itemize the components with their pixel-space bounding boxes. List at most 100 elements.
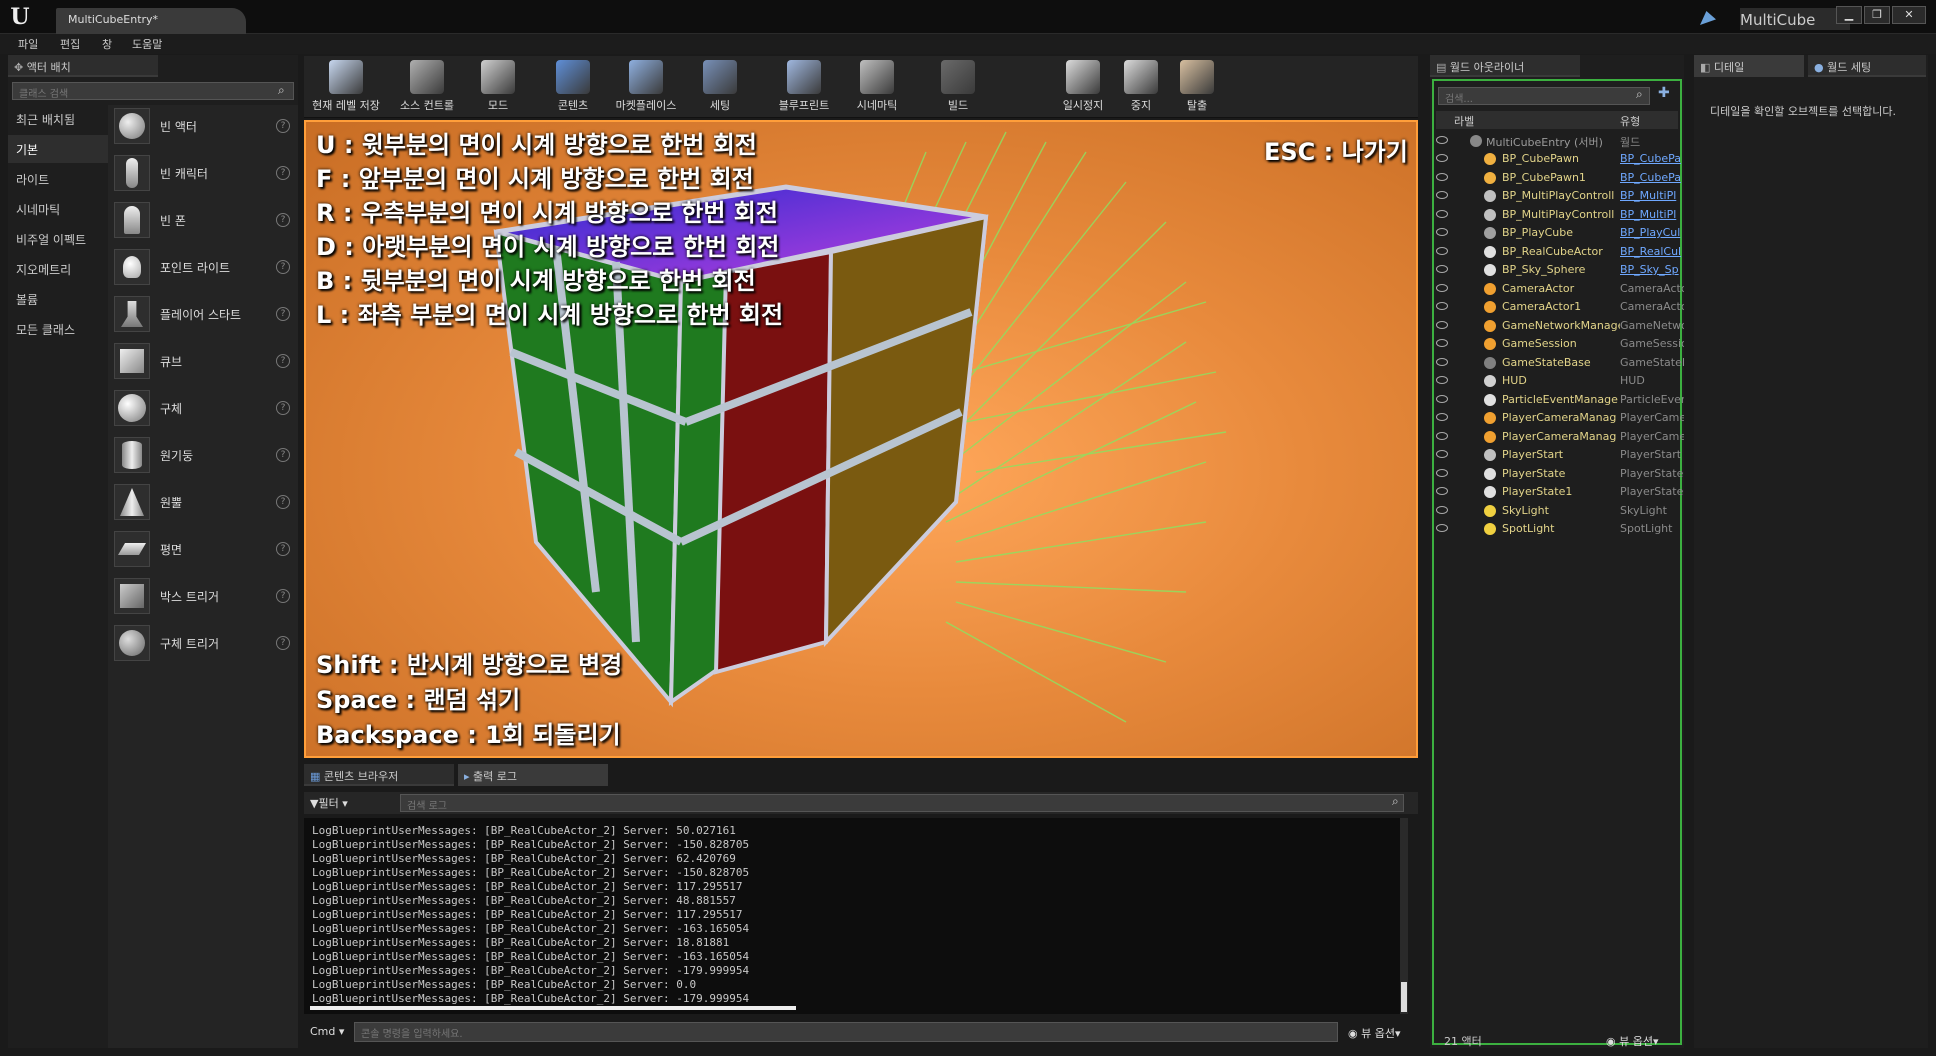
horizontal-scrollbar[interactable] xyxy=(310,1006,796,1010)
visibility-eye-icon[interactable] xyxy=(1436,339,1448,347)
visibility-eye-icon[interactable] xyxy=(1436,246,1448,255)
class-search-input[interactable]: 클래스 검색 xyxy=(12,82,294,100)
menu-window[interactable]: 창 xyxy=(102,36,112,52)
outliner-row[interactable]: BP_CubePawn BP_CubePa xyxy=(1430,150,1684,168)
help-icon[interactable]: ? xyxy=(276,260,290,274)
view-options-button[interactable]: ◉ 뷰 옵션▾ xyxy=(1348,1025,1401,1041)
visibility-eye-icon[interactable] xyxy=(1436,136,1448,144)
visibility-eye-icon[interactable] xyxy=(1436,413,1448,421)
tab-details[interactable]: ◧ 디테일 xyxy=(1694,55,1804,77)
toolbar-button-eject[interactable]: 탈출 xyxy=(1172,60,1222,116)
outliner-view-options-button[interactable]: ◉ 뷰 옵션▾ xyxy=(1606,1033,1659,1049)
outliner-row[interactable]: GameSession GameSessio xyxy=(1430,335,1684,353)
toolbar-button-settings[interactable]: 세팅 xyxy=(688,60,752,116)
toolbar-button-marketplace[interactable]: 마켓플레이스 xyxy=(608,60,684,116)
visibility-eye-icon[interactable] xyxy=(1436,357,1448,366)
visibility-eye-icon[interactable] xyxy=(1436,505,1448,514)
add-filter-icon[interactable]: ✚ xyxy=(1658,85,1670,101)
visibility-eye-icon[interactable] xyxy=(1436,228,1448,236)
visibility-eye-icon[interactable] xyxy=(1436,302,1448,310)
minimize-button[interactable]: ▁ xyxy=(1836,6,1862,24)
toolbar-button-save[interactable]: 현재 레벨 저장 xyxy=(308,60,384,116)
log-search-input[interactable]: 검색 로그 xyxy=(400,794,1404,812)
category-cinematic[interactable]: 시네마틱 xyxy=(8,195,108,223)
actor-player-start[interactable]: 플레이어 스타트? xyxy=(108,293,298,340)
visibility-eye-icon[interactable] xyxy=(1436,468,1448,477)
outliner-row[interactable]: BP_MultiPlayControll BP_MultiPl xyxy=(1430,187,1684,205)
row-type[interactable]: BP_CubePa xyxy=(1620,152,1684,165)
category-lights[interactable]: 라이트 xyxy=(8,165,108,193)
category-visual-effects[interactable]: 비주얼 이펙트 xyxy=(8,225,108,253)
help-icon[interactable]: ? xyxy=(276,448,290,462)
unreal-logo-icon[interactable]: U xyxy=(6,4,34,30)
actor-plane[interactable]: 평면? xyxy=(108,528,298,575)
console-input[interactable]: 콘솔 명령을 입력하세요. xyxy=(354,1022,1338,1042)
help-icon[interactable]: ? xyxy=(276,401,290,415)
maximize-button[interactable]: ❐ xyxy=(1864,6,1890,24)
outliner-root-world[interactable]: MultiCubeEntry (서버) 월드 xyxy=(1430,132,1684,150)
category-geometry[interactable]: 지오메트리 xyxy=(8,255,108,283)
category-basic[interactable]: 기본 xyxy=(8,135,108,163)
tab-output-log[interactable]: ▸ 출력 로그 xyxy=(458,764,608,786)
outliner-row[interactable]: CameraActor CameraActo xyxy=(1430,280,1684,298)
visibility-eye-icon[interactable] xyxy=(1436,524,1448,532)
outliner-row[interactable]: BP_Sky_Sphere BP_Sky_Sp xyxy=(1430,261,1684,279)
outliner-row[interactable]: PlayerState1 PlayerState xyxy=(1430,483,1684,501)
output-log[interactable]: LogBlueprintUserMessages: [BP_RealCubeAc… xyxy=(304,818,1408,1014)
visibility-eye-icon[interactable] xyxy=(1436,154,1448,162)
column-label[interactable]: 라벨 xyxy=(1454,113,1474,129)
actor-sphere[interactable]: 구체? xyxy=(108,387,298,434)
outliner-row[interactable]: GameNetworkManage GameNetwo xyxy=(1430,317,1684,335)
actor-empty-character[interactable]: 빈 캐릭터? xyxy=(108,152,298,199)
row-type[interactable]: BP_Sky_Sp xyxy=(1620,263,1684,276)
actor-empty-actor[interactable]: 빈 액터? xyxy=(108,105,298,152)
outliner-row[interactable]: ParticleEventManage ParticleEven xyxy=(1430,391,1684,409)
menu-edit[interactable]: 편집 xyxy=(60,36,80,52)
help-icon[interactable]: ? xyxy=(276,589,290,603)
help-icon[interactable]: ? xyxy=(276,119,290,133)
document-tab[interactable]: MultiCubeEntry* xyxy=(56,8,246,34)
help-icon[interactable]: ? xyxy=(276,542,290,556)
visibility-eye-icon[interactable] xyxy=(1436,487,1448,495)
outliner-row[interactable]: BP_PlayCube BP_PlayCul xyxy=(1430,224,1684,242)
toolbar-button-stop[interactable]: 중지 xyxy=(1116,60,1166,116)
row-type[interactable]: BP_RealCul xyxy=(1620,245,1684,258)
visibility-eye-icon[interactable] xyxy=(1436,265,1448,273)
toolbar-button-blueprint[interactable]: 블루프린트 xyxy=(768,60,840,116)
row-type[interactable]: BP_CubePa xyxy=(1620,171,1684,184)
visibility-eye-icon[interactable] xyxy=(1436,450,1448,458)
visibility-eye-icon[interactable] xyxy=(1436,431,1448,440)
outliner-row[interactable]: PlayerState PlayerState xyxy=(1430,465,1684,483)
column-type[interactable]: 유형 xyxy=(1620,113,1640,129)
actor-empty-pawn[interactable]: 빈 폰? xyxy=(108,199,298,246)
actor-cone[interactable]: 원뿔? xyxy=(108,481,298,528)
toolbar-button-modes[interactable]: 모드 xyxy=(468,60,528,116)
visibility-eye-icon[interactable] xyxy=(1436,172,1448,181)
toolbar-button-build[interactable]: 빌드 xyxy=(928,60,988,116)
close-button[interactable]: ✕ xyxy=(1892,6,1926,24)
visibility-eye-icon[interactable] xyxy=(1436,320,1448,329)
outliner-search-input[interactable]: 검색... xyxy=(1438,87,1650,105)
tab-world-settings[interactable]: ● 월드 세팅 xyxy=(1808,55,1926,77)
actor-box-trigger[interactable]: 박스 트리거? xyxy=(108,575,298,622)
row-type[interactable]: BP_MultiPl xyxy=(1620,208,1684,221)
outliner-row[interactable]: GameStateBase GameStateB xyxy=(1430,354,1684,372)
outliner-row[interactable]: SpotLight SpotLight xyxy=(1430,520,1684,538)
toolbar-button-source-control[interactable]: 소스 컨트롤 xyxy=(390,60,464,116)
filter-dropdown[interactable]: ▼필터 ▾ xyxy=(310,795,348,811)
help-icon[interactable]: ? xyxy=(276,213,290,227)
category-all-classes[interactable]: 모든 클래스 xyxy=(8,315,108,343)
outliner-row[interactable]: PlayerCameraManag PlayerCame xyxy=(1430,409,1684,427)
visibility-eye-icon[interactable] xyxy=(1436,394,1448,403)
game-viewport[interactable]: U : 윗부분의 면이 시계 방향으로 한번 회전 F : 앞부분의 면이 시계… xyxy=(304,120,1418,758)
tab-content-browser[interactable]: ▦ 콘텐츠 브라우저 xyxy=(304,764,454,786)
toolbar-button-content[interactable]: 콘텐츠 xyxy=(548,60,598,116)
visibility-eye-icon[interactable] xyxy=(1436,209,1448,218)
outliner-row[interactable]: BP_MultiPlayControll BP_MultiPl xyxy=(1430,206,1684,224)
category-recent[interactable]: 최근 배치됨 xyxy=(8,105,108,133)
outliner-row[interactable]: PlayerStart PlayerStart xyxy=(1430,446,1684,464)
toolbar-button-pause[interactable]: 일시정지 xyxy=(1056,60,1110,116)
outliner-row[interactable]: HUD HUD xyxy=(1430,372,1684,390)
row-type[interactable]: BP_PlayCul xyxy=(1620,226,1684,239)
tab-place-actors[interactable]: ✥ 액터 배치 xyxy=(8,55,158,77)
